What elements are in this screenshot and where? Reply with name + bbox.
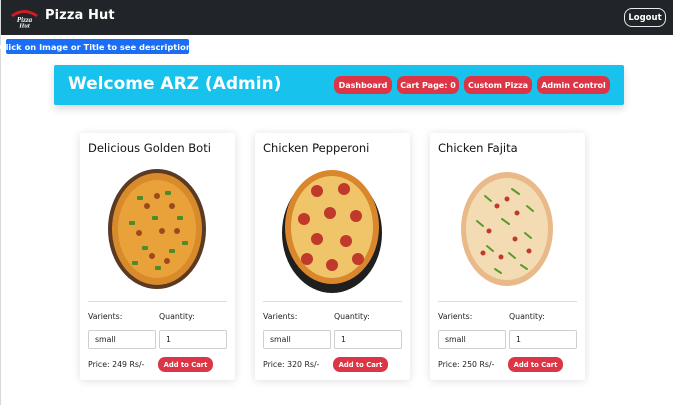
product-card: Chicken Fajita Varients: Quantity: small… xyxy=(430,133,585,380)
product-title[interactable]: Chicken Pepperoni xyxy=(263,141,369,155)
dashboard-button[interactable]: Dashboard xyxy=(334,76,392,94)
pepperoni-pizza-icon[interactable] xyxy=(282,161,382,294)
svg-text:Hut: Hut xyxy=(18,23,30,29)
product-price: Price: 249 Rs/- xyxy=(88,360,145,369)
variant-select[interactable]: small xyxy=(438,330,506,349)
product-title[interactable]: Chicken Fajita xyxy=(438,141,518,155)
card-divider xyxy=(88,301,227,302)
brand-name[interactable]: Pizza Hut xyxy=(45,8,115,23)
card-divider xyxy=(438,301,577,302)
product-price: Price: 250 Rs/- xyxy=(438,360,495,369)
cart-page-button[interactable]: Cart Page: 0 xyxy=(397,76,459,94)
variant-select[interactable]: small xyxy=(263,330,331,349)
variants-label: Varients: xyxy=(263,312,298,321)
quantity-label: Quantity: xyxy=(334,312,370,321)
description-hint-banner: Click on Image or Title to see descripti… xyxy=(0,39,196,54)
quantity-label: Quantity: xyxy=(509,312,545,321)
variant-select[interactable]: small xyxy=(88,330,156,349)
logout-button[interactable]: Logout xyxy=(624,8,666,27)
product-card: Chicken Pepperoni Varients: Quantity: sm… xyxy=(255,133,410,380)
welcome-banner: Welcome ARZ (Admin) Dashboard Cart Page:… xyxy=(54,65,624,105)
add-to-cart-button[interactable]: Add to Cart xyxy=(333,357,388,372)
admin-control-button[interactable]: Admin Control xyxy=(537,76,610,94)
golden-boti-pizza-icon[interactable] xyxy=(107,161,207,294)
navbar: Pizza Hut Pizza Hut Logout xyxy=(1,0,673,35)
welcome-title: Welcome ARZ (Admin) xyxy=(68,74,282,94)
add-to-cart-button[interactable]: Add to Cart xyxy=(508,357,563,372)
card-divider xyxy=(263,301,402,302)
pizza-hut-logo-icon[interactable]: Pizza Hut xyxy=(10,6,39,28)
add-to-cart-button[interactable]: Add to Cart xyxy=(158,357,213,372)
quantity-select[interactable]: 1 xyxy=(159,330,227,349)
product-title[interactable]: Delicious Golden Boti xyxy=(88,141,211,155)
quantity-select[interactable]: 1 xyxy=(334,330,402,349)
product-price: Price: 320 Rs/- xyxy=(263,360,320,369)
quantity-select[interactable]: 1 xyxy=(509,330,577,349)
variants-label: Varients: xyxy=(438,312,473,321)
fajita-pizza-icon[interactable] xyxy=(457,161,557,294)
product-card: Delicious Golden Boti Varients: Quantity… xyxy=(80,133,235,380)
quantity-label: Quantity: xyxy=(159,312,195,321)
variants-label: Varients: xyxy=(88,312,123,321)
custom-pizza-button[interactable]: Custom Pizza xyxy=(464,76,532,94)
